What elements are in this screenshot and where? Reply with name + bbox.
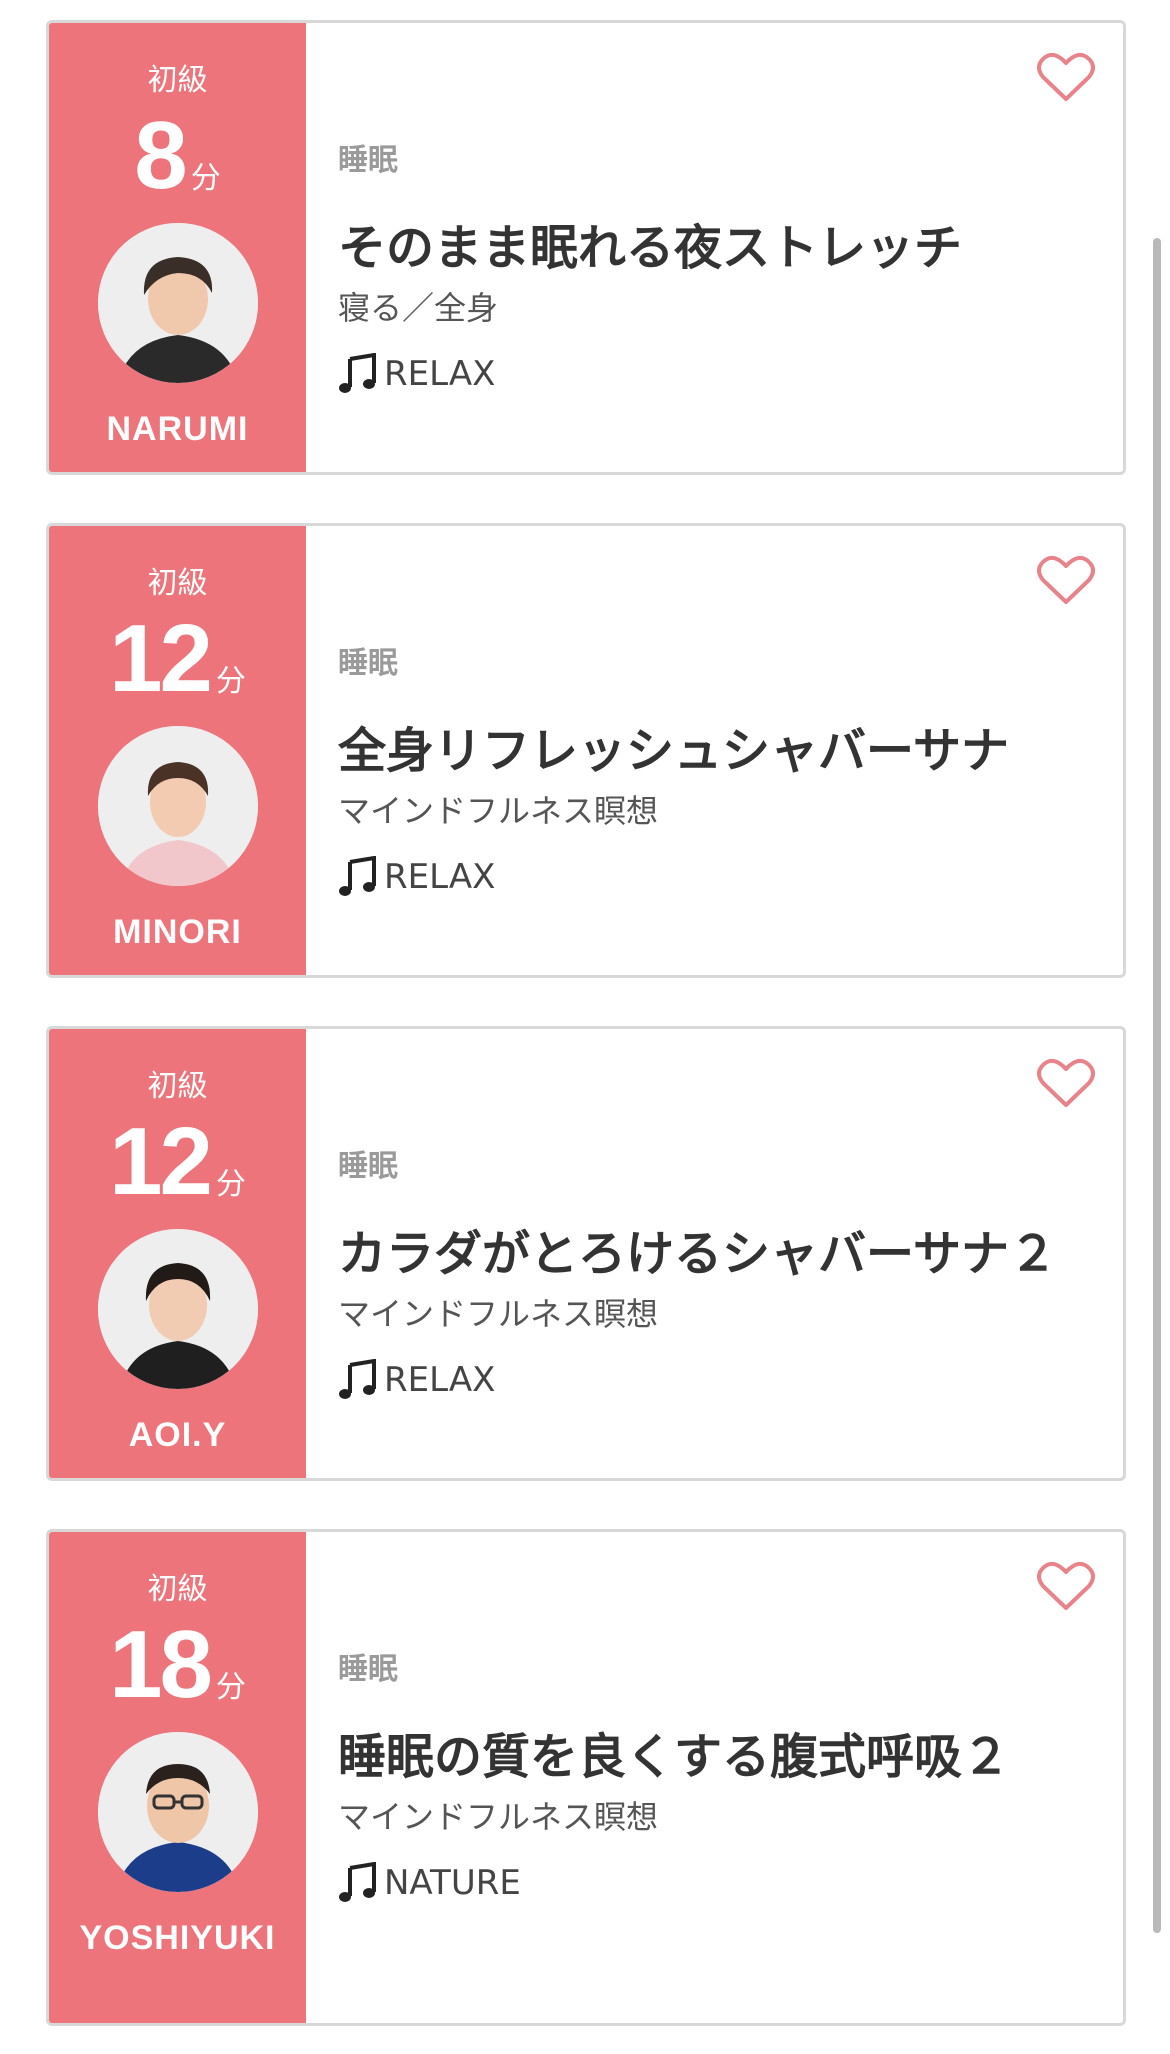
music-note-icon [339,1359,376,1399]
lesson-card[interactable]: 初級 12 分 MINORI 睡眠 全身リフレッシュシャバーサナ マインドフルネス… [46,523,1126,978]
duration: 18 分 [49,1610,306,1718]
lesson-card[interactable]: 初級 8分 NARUMI 睡眠 そのまま眠れる夜ストレッチ 寝る／全身 RELA… [46,20,1126,475]
duration-unit: 分 [215,664,246,699]
music-tag: RELAX [338,856,495,898]
music-note-icon [339,353,376,393]
music-label: RELAX [384,857,496,897]
duration-unit: 分 [190,161,221,196]
lesson-subtitle: 寝る／全身 [338,289,499,327]
category-label: 睡眠 [338,1652,398,1687]
lesson-summary-panel: 初級 8分 NARUMI [49,23,306,472]
instructor-photo-icon [97,1229,258,1389]
duration-unit: 分 [215,1167,246,1202]
instructor-photo-icon [97,1732,258,1892]
lesson-card[interactable]: 初級 12 分 AOI.Y 睡眠 カラダがとろけるシャバーサナ２ マインドフルネス… [46,1026,1126,1481]
lesson-title: 睡眠の質を良くする腹式呼吸２ [338,1729,1011,1785]
duration: 8分 [49,101,306,209]
lesson-details: 睡眠 そのまま眠れる夜ストレッチ 寝る／全身 RELAX [306,23,1123,472]
duration: 12 分 [49,604,306,712]
instructor-name: AOI.Y [128,1416,227,1454]
level-label: 初級 [147,1069,208,1104]
instructor-photo-icon [97,726,258,886]
instructor-name: MINORI [113,913,242,951]
duration-minutes: 18 [109,1611,213,1718]
favorite-heart-icon[interactable] [1037,1560,1095,1612]
instructor-name: NARUMI [106,410,249,448]
lesson-subtitle: マインドフルネス瞑想 [338,1295,659,1333]
instructor-avatar [97,1229,258,1389]
category-label: 睡眠 [338,143,398,178]
favorite-heart-icon[interactable] [1037,1057,1095,1109]
music-tag: RELAX [338,1359,495,1401]
lesson-title: カラダがとろけるシャバーサナ２ [338,1226,1058,1282]
lesson-card[interactable]: 初級 18 分 YOSHIYUKI 睡眠 睡眠の質を良くする腹式呼吸２ マインド… [46,1529,1126,2026]
duration-unit: 分 [215,1670,246,1705]
instructor-avatar [97,726,258,886]
music-note-icon [339,856,376,896]
lesson-details: 睡眠 全身リフレッシュシャバーサナ マインドフルネス瞑想 RELAX [306,526,1123,975]
instructor-name: YOSHIYUKI [79,1919,276,1957]
music-note-icon [339,1862,376,1902]
lesson-summary-panel: 初級 12 分 AOI.Y [49,1029,306,1478]
music-tag: NATURE [338,1862,521,1904]
duration-minutes: 12 [109,1108,213,1215]
music-label: RELAX [384,1360,496,1400]
lesson-details: 睡眠 カラダがとろけるシャバーサナ２ マインドフルネス瞑想 RELAX [306,1029,1123,1478]
lesson-subtitle: マインドフルネス瞑想 [338,792,659,830]
instructor-photo-icon [97,223,258,383]
favorite-heart-icon[interactable] [1037,554,1095,606]
duration: 12 分 [49,1107,306,1215]
lesson-title: そのまま眠れる夜ストレッチ [338,220,963,276]
lesson-title: 全身リフレッシュシャバーサナ [338,723,1010,779]
level-label: 初級 [147,1572,208,1607]
level-label: 初級 [147,63,208,98]
instructor-avatar [97,1732,258,1892]
lesson-subtitle: マインドフルネス瞑想 [338,1798,659,1836]
category-label: 睡眠 [338,1149,398,1184]
category-label: 睡眠 [338,646,398,681]
duration-minutes: 8 [134,102,187,209]
lesson-summary-panel: 初級 18 分 YOSHIYUKI [49,1532,306,2023]
level-label: 初級 [147,566,208,601]
music-tag: RELAX [338,353,495,395]
scrollbar[interactable] [1153,238,1161,1933]
instructor-avatar [97,223,258,383]
lesson-summary-panel: 初級 12 分 MINORI [49,526,306,975]
lesson-details: 睡眠 睡眠の質を良くする腹式呼吸２ マインドフルネス瞑想 NATURE [306,1532,1123,2023]
music-label: RELAX [384,354,496,394]
favorite-heart-icon[interactable] [1037,51,1095,103]
duration-minutes: 12 [109,605,213,712]
music-label: NATURE [384,1863,521,1903]
